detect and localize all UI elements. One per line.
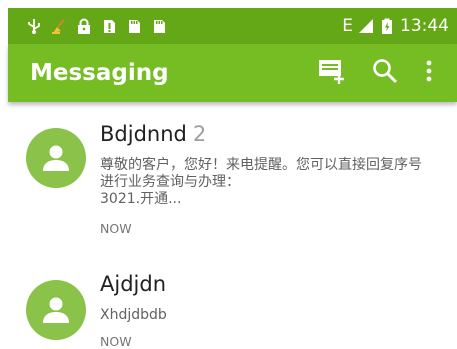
list-item[interactable]: Ajdjdn Xhdjdbdb NOW	[8, 247, 457, 349]
lock-icon	[76, 18, 92, 34]
overflow-menu-icon	[426, 60, 432, 86]
message-snippet: Xhdjdbdb	[100, 307, 167, 323]
new-message-icon	[318, 58, 348, 88]
sd-card-icon	[151, 18, 167, 34]
app-bar: Messaging	[8, 44, 457, 102]
usb-icon	[26, 18, 42, 34]
person-icon	[43, 145, 69, 171]
timestamp: NOW	[100, 221, 132, 236]
sd-card-icon	[126, 18, 142, 34]
search-button[interactable]	[359, 49, 411, 97]
page-title: Messaging	[30, 60, 169, 86]
list-item[interactable]: Bdjdnnd 2 尊敬的客户，您好！来电提醒。您可以直接回复序号 进行业务查询与…	[8, 102, 457, 247]
message-count: 2	[192, 122, 207, 146]
contact-name: Bdjdnnd 2	[100, 122, 207, 146]
message-snippet: 尊敬的客户，您好！来电提醒。您可以直接回复序号 进行业务查询与办理： 3021.…	[100, 157, 422, 207]
signal-icon	[358, 18, 374, 34]
avatar	[26, 128, 86, 188]
search-icon	[372, 58, 398, 88]
sim-alert-icon	[101, 18, 117, 34]
contact-name: Ajdjdn	[100, 272, 167, 296]
person-icon	[43, 297, 69, 323]
clock: 13:44	[400, 16, 449, 36]
conversation-list: Bdjdnnd 2 尊敬的客户，您好！来电提醒。您可以直接回复序号 进行业务查询与…	[8, 102, 457, 349]
network-type-label: E	[342, 16, 353, 36]
cleaner-icon	[51, 18, 67, 34]
avatar	[26, 280, 86, 340]
overflow-menu-button[interactable]	[411, 49, 447, 97]
battery-icon	[379, 18, 395, 34]
new-message-button[interactable]	[307, 49, 359, 97]
status-bar: E 13:44	[8, 8, 457, 44]
